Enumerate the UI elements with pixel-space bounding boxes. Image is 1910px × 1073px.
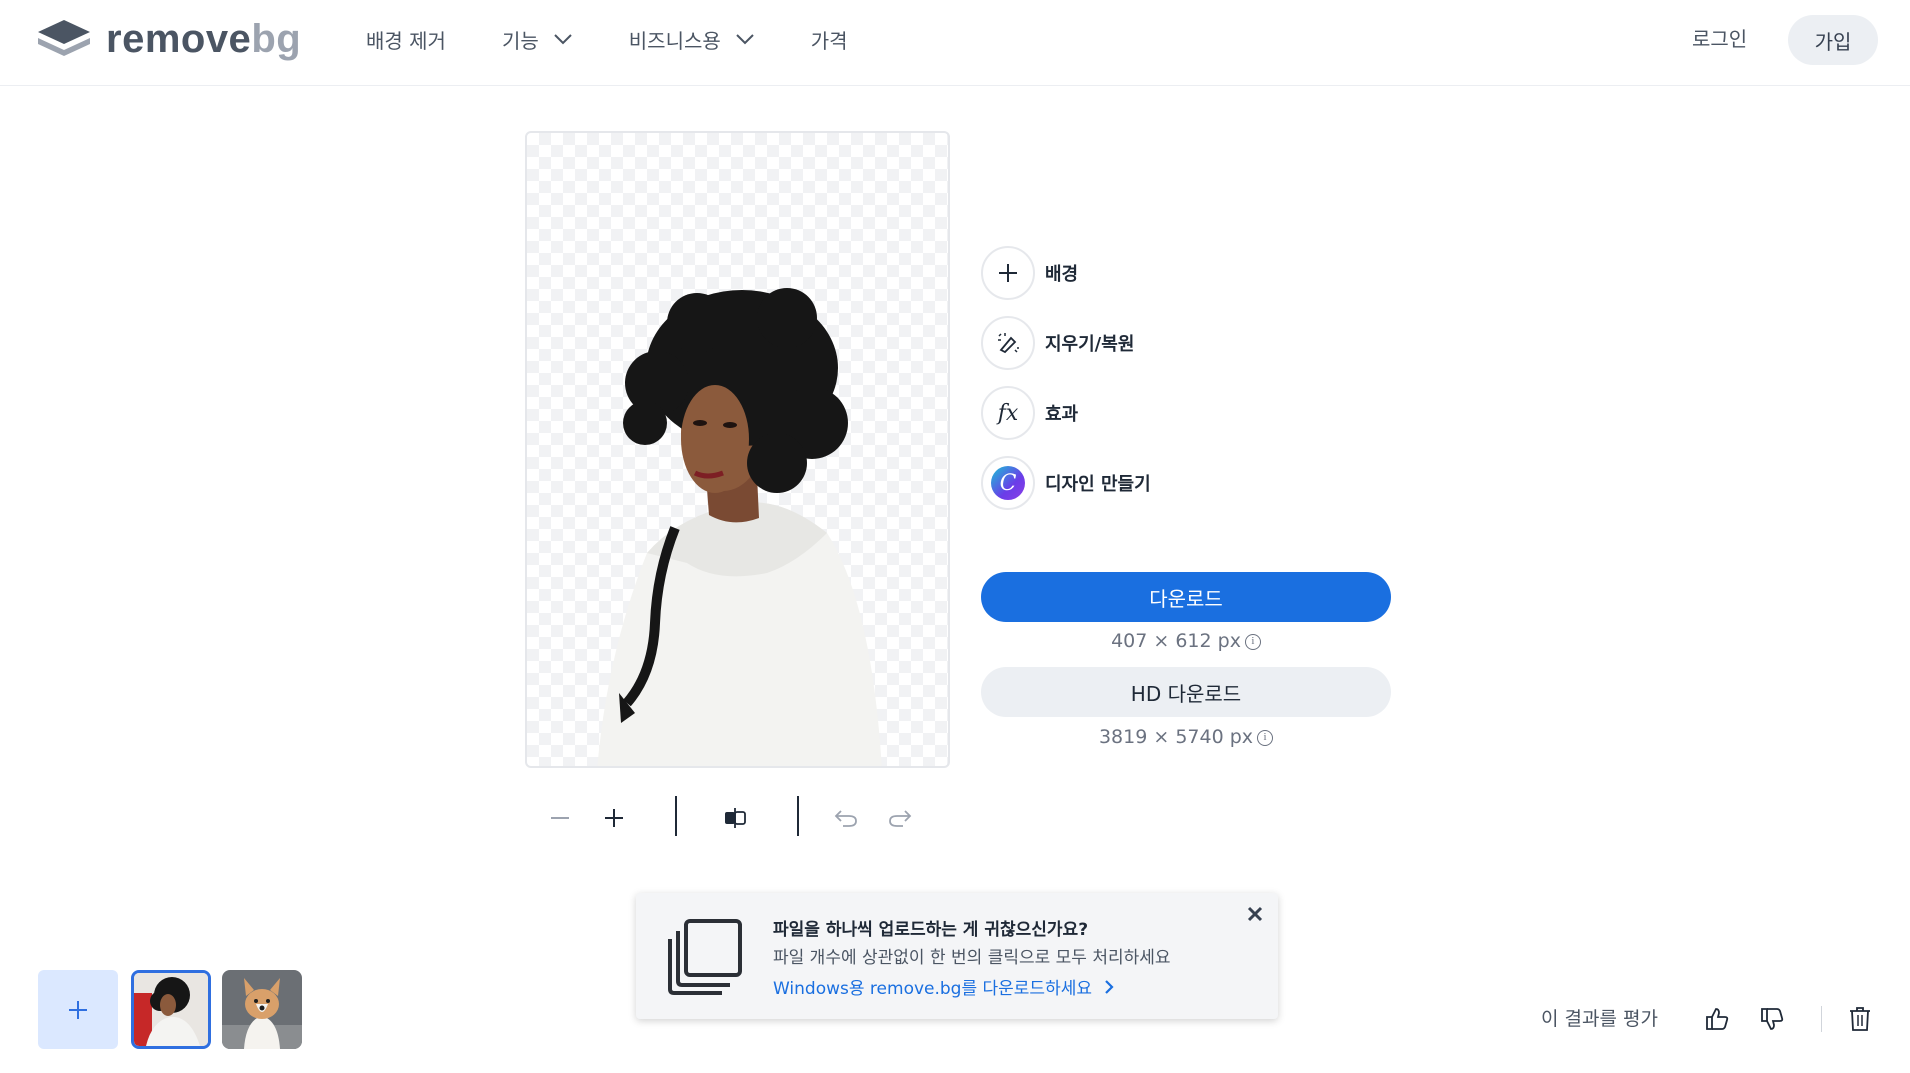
signup-button[interactable]: 가입 [1788,15,1878,65]
download-windows-link[interactable]: Windows용 remove.bg를 다운로드하세요 [773,974,1114,999]
rate-result-label: 이 결과를 평가 [1541,1008,1658,1030]
tool-effects[interactable]: fx 효과 [981,386,1078,440]
top-header: removebg 배경 제거 기능 비즈니스용 가격 로그인 가입 [0,0,1910,86]
download-size: 407 × 612 px i [981,630,1391,652]
main-nav: 배경 제거 기능 비즈니스용 가격 [366,24,904,54]
nav-features[interactable]: 기능 [502,24,573,54]
zoom-toolbar [544,796,924,840]
login-link[interactable]: 로그인 [1692,24,1747,54]
thumbs-down-icon[interactable] [1757,1004,1787,1034]
plus-icon [981,246,1035,300]
nav-label: 가격 [810,28,848,53]
hd-download-size: 3819 × 5740 px i [981,726,1391,748]
zoom-in-icon[interactable] [598,802,630,834]
tool-label: 배경 [1045,264,1079,285]
thumbnail-dog[interactable] [222,970,302,1049]
nav-label: 기능 [501,28,539,53]
download-size-text: 407 × 612 px [1111,630,1241,652]
logo-text: removebg [106,19,301,59]
nav-label: 비즈니스용 [628,28,721,53]
plus-icon [69,1000,87,1019]
chevron-down-icon [736,34,754,45]
nav-business[interactable]: 비즈니스용 [629,24,755,54]
nav-remove-background[interactable]: 배경 제거 [366,24,446,54]
canva-icon: C [981,456,1035,510]
notice-title: 파일을 하나씩 업로드하는 게 귀찮으신가요? [773,920,1089,940]
download-button[interactable]: 다운로드 [981,572,1391,622]
info-icon[interactable]: i [1244,633,1261,650]
hd-download-button[interactable]: HD 다운로드 [981,667,1391,717]
undo-icon[interactable] [830,802,862,834]
info-icon[interactable]: i [1257,729,1274,746]
nav-pricing[interactable]: 가격 [811,24,848,54]
files-stack-icon [668,919,742,995]
zoom-out-icon[interactable] [544,802,576,834]
hd-download-size-text: 3819 × 5740 px [1098,726,1254,748]
toolbar-divider [797,796,799,836]
tool-erase-restore[interactable]: 지우기/복원 [981,316,1134,370]
tool-label: 효과 [1045,404,1079,425]
canva-icon-letter: C [999,470,1017,496]
trash-icon[interactable] [1845,1004,1875,1034]
compare-icon[interactable] [720,802,752,834]
fx-icon-text: fx [997,400,1019,426]
toolbar-divider [675,796,677,836]
chevron-down-icon [554,34,572,45]
cutout-person-image [597,288,882,766]
tool-label: 디자인 만들기 [1045,474,1151,495]
result-image-preview[interactable] [525,131,950,768]
bulk-upload-notice: 파일을 하나씩 업로드하는 게 귀찮으신가요? 파일 개수에 상관없이 한 번의… [636,893,1278,1019]
add-image-button[interactable] [38,970,118,1049]
rating-divider [1821,1006,1822,1032]
tool-create-design[interactable]: C 디자인 만들기 [981,456,1151,510]
thumbnail-woman-image [134,973,208,1046]
logo-text-main: remove [106,17,252,61]
magic-brush-icon [981,316,1035,370]
chevron-right-icon [1105,979,1114,994]
thumbnail-dog-image [222,970,302,1049]
notice-subtitle: 파일 개수에 상관없이 한 번의 클릭으로 모두 처리하세요 [773,948,1171,968]
fx-icon: fx [981,386,1035,440]
close-icon[interactable] [1246,905,1264,927]
nav-label: 배경 제거 [366,28,446,53]
redo-icon[interactable] [884,802,916,834]
notice-link-text: Windows용 remove.bg를 다운로드하세요 [773,979,1092,999]
tool-background[interactable]: 배경 [981,246,1078,300]
thumbs-up-icon[interactable] [1702,1004,1732,1034]
tool-label: 지우기/복원 [1045,334,1135,355]
logo-text-accent: bg [251,17,302,61]
thumbnail-woman[interactable] [131,970,211,1049]
logo-icon [38,20,90,56]
logo[interactable]: removebg [36,18,301,60]
